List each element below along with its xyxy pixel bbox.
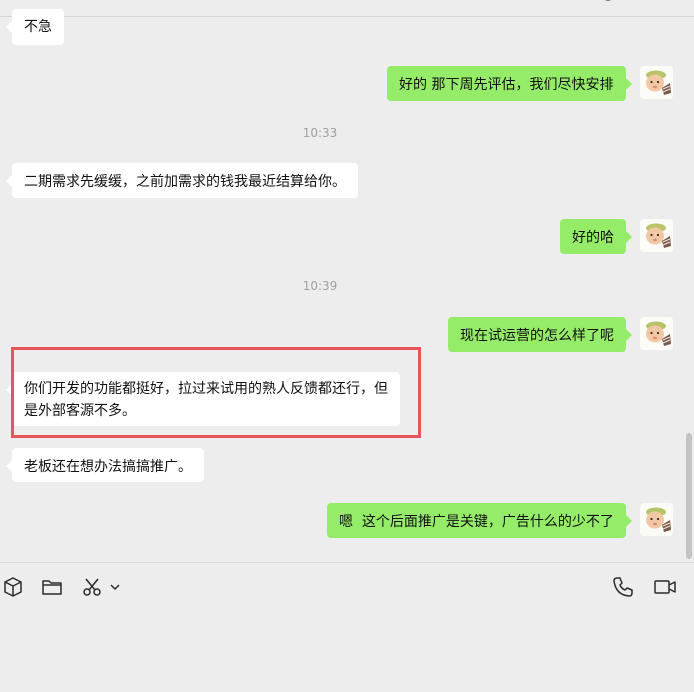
top-divider (0, 16, 694, 17)
timestamp: 10:39 (302, 279, 338, 293)
highlight-box (11, 347, 421, 438)
avatar[interactable] (640, 503, 673, 536)
message-bubble-right[interactable]: 好的哈 (560, 219, 632, 254)
baby-avatar-icon (640, 503, 673, 536)
folder-icon[interactable] (41, 576, 63, 598)
phone-icon[interactable] (612, 576, 634, 598)
message-input-area[interactable] (0, 563, 694, 692)
baby-avatar-icon (640, 219, 673, 252)
box-icon[interactable] (2, 576, 24, 598)
scrollbar-thumb[interactable] (686, 433, 692, 559)
message-bubble-right[interactable]: 好的 那下周先评估，我们尽快安排 (387, 66, 632, 101)
avatar[interactable] (640, 317, 673, 350)
scissors-icon[interactable] (81, 576, 103, 598)
avatar[interactable] (640, 66, 673, 99)
chat-bubble-icon[interactable] (598, 0, 618, 6)
baby-avatar-icon (640, 66, 673, 99)
message-bubble-right[interactable]: 现在试运营的怎么样了呢 (448, 317, 632, 352)
video-icon[interactable] (653, 576, 677, 598)
message-bubble-right[interactable]: 嗯 这个后面推广是关键，广告什么的少不了 (327, 503, 632, 538)
avatar[interactable] (640, 219, 673, 252)
message-bubble-left[interactable]: 老板还在想办法搞搞推广。 (6, 448, 204, 482)
message-bubble-left[interactable]: 二期需求先缓缓，之前加需求的钱我最近结算给你。 (6, 163, 358, 198)
baby-avatar-icon (640, 317, 673, 350)
message-bubble-left[interactable]: 不急 (6, 9, 64, 45)
timestamp: 10:33 (302, 126, 338, 140)
chevron-down-icon[interactable] (108, 576, 122, 598)
chat-messages-panel[interactable]: 不急 好的 那下周先评估，我们尽快安排 10:33 二期需求先缓缓，之前加需求的… (0, 0, 694, 562)
input-divider (0, 562, 694, 563)
